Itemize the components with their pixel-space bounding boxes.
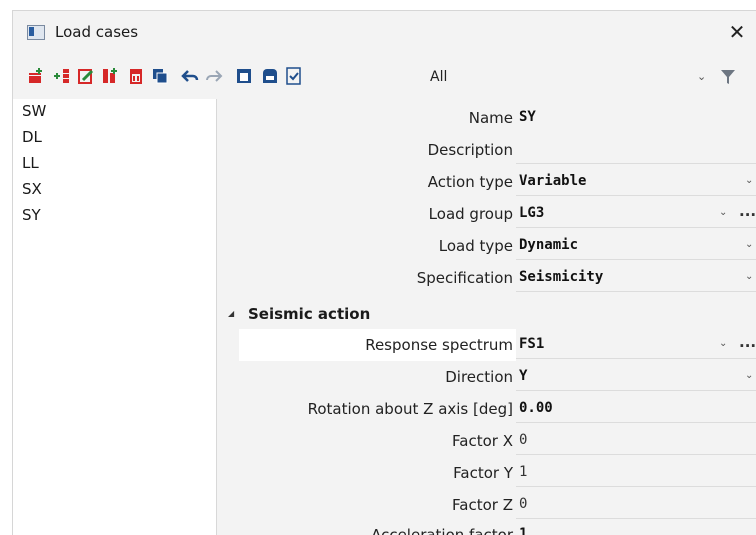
property-action-type: Action type Variable ⌄ (218, 166, 756, 198)
more-button[interactable]: ... (739, 202, 756, 220)
property-label: Factor Y (453, 464, 513, 482)
property-label: Description (427, 141, 513, 159)
chevron-down-icon[interactable]: ⌄ (745, 175, 753, 186)
property-direction: Direction Y ⌄ (218, 361, 756, 393)
more-button[interactable]: ... (739, 333, 756, 351)
property-factor-y: Factor Y 1 (218, 457, 756, 489)
chevron-down-icon[interactable]: ⌄ (745, 239, 753, 250)
property-factor-x: Factor X 0 (218, 425, 756, 457)
load-type-value: Dynamic (519, 237, 579, 253)
section-title: Seismic action (248, 305, 371, 323)
factor-y-field[interactable] (516, 458, 756, 487)
property-label: Name (468, 109, 513, 127)
factor-z-field[interactable] (516, 490, 756, 519)
factor-x-field[interactable] (516, 426, 756, 455)
property-name: Name SY (218, 102, 756, 134)
description-field[interactable] (516, 135, 756, 164)
chevron-down-icon[interactable]: ⌄ (745, 271, 753, 282)
toolbar: All ⌄ (13, 63, 756, 93)
chevron-down-icon[interactable]: ⌄ (719, 338, 727, 349)
list-item[interactable]: DL (13, 127, 213, 153)
property-label: Rotation about Z axis [deg] (307, 400, 513, 418)
filter-icon[interactable] (721, 69, 735, 85)
factor-z-value: 0 (519, 496, 528, 512)
property-specification: Specification Seismicity ⌄ (218, 262, 756, 294)
collapse-icon[interactable]: ◢ (228, 309, 234, 318)
chevron-down-icon[interactable]: ⌄ (719, 207, 727, 218)
section-seismic-action: ◢ Seismic action (218, 303, 756, 329)
property-label: Action type (427, 173, 513, 191)
list-item-selected[interactable]: SY (13, 205, 213, 231)
window-title: Load cases (55, 23, 139, 41)
save-icon[interactable] (261, 67, 279, 85)
delete-icon[interactable] (127, 67, 145, 85)
property-label: Factor X (452, 432, 513, 450)
title-bar: Load cases ✕ (13, 11, 756, 53)
properties-panel: Name SY Description Action type Variable… (218, 99, 756, 535)
insert-icon[interactable] (53, 67, 71, 85)
rotation-value: 0.00 (519, 400, 553, 416)
chevron-down-icon[interactable]: ⌄ (697, 70, 706, 83)
name-field[interactable]: SY (519, 109, 536, 125)
property-label: Specification (416, 269, 513, 287)
direction-value: Y (519, 368, 528, 384)
duplicate-icon[interactable] (151, 67, 169, 85)
property-label: Load type (438, 237, 513, 255)
load-case-list: SW DL LL SX SY (13, 99, 217, 535)
property-rotation: Rotation about Z axis [deg] 0.00 (218, 393, 756, 425)
property-label: Factor Z (452, 496, 513, 514)
property-label: Direction (445, 368, 513, 386)
factor-y-value: 1 (519, 464, 528, 480)
filter-dropdown-value[interactable]: All (430, 69, 447, 85)
action-type-value: Variable (519, 173, 587, 189)
property-response-spectrum: Response spectrum FS1 ⌄ ... (218, 329, 756, 361)
load-cases-window: Load cases ✕ All ⌄ SW DL LL SX SY Name S… (12, 10, 756, 535)
property-description: Description (218, 134, 756, 166)
undo-icon[interactable] (181, 67, 199, 85)
redo-icon[interactable] (205, 67, 223, 85)
property-label: Response spectrum (365, 336, 513, 354)
response-spectrum-value: FS1 (519, 336, 545, 352)
new-icon[interactable] (27, 67, 45, 85)
copy-icon[interactable] (101, 67, 119, 85)
list-item[interactable]: SW (13, 101, 213, 127)
chevron-down-icon[interactable]: ⌄ (745, 370, 753, 381)
property-load-type: Load type Dynamic ⌄ (218, 230, 756, 262)
specification-value: Seismicity (519, 269, 604, 285)
list-item[interactable]: SX (13, 179, 213, 205)
close-button[interactable]: ✕ (719, 17, 755, 47)
factor-x-value: 0 (519, 432, 528, 448)
table-icon[interactable] (235, 67, 253, 85)
property-label: Load group (428, 205, 513, 223)
property-acceleration-factor: Acceleration factor 1 (218, 519, 756, 535)
app-window-icon (27, 25, 45, 40)
edit-icon[interactable] (77, 67, 95, 85)
property-load-group: Load group LG3 ⌄ ... (218, 198, 756, 230)
property-factor-z: Factor Z 0 (218, 489, 756, 521)
check-icon[interactable] (285, 67, 303, 85)
list-item[interactable]: LL (13, 153, 213, 179)
direction-select[interactable] (516, 362, 756, 391)
load-group-value: LG3 (519, 205, 545, 221)
